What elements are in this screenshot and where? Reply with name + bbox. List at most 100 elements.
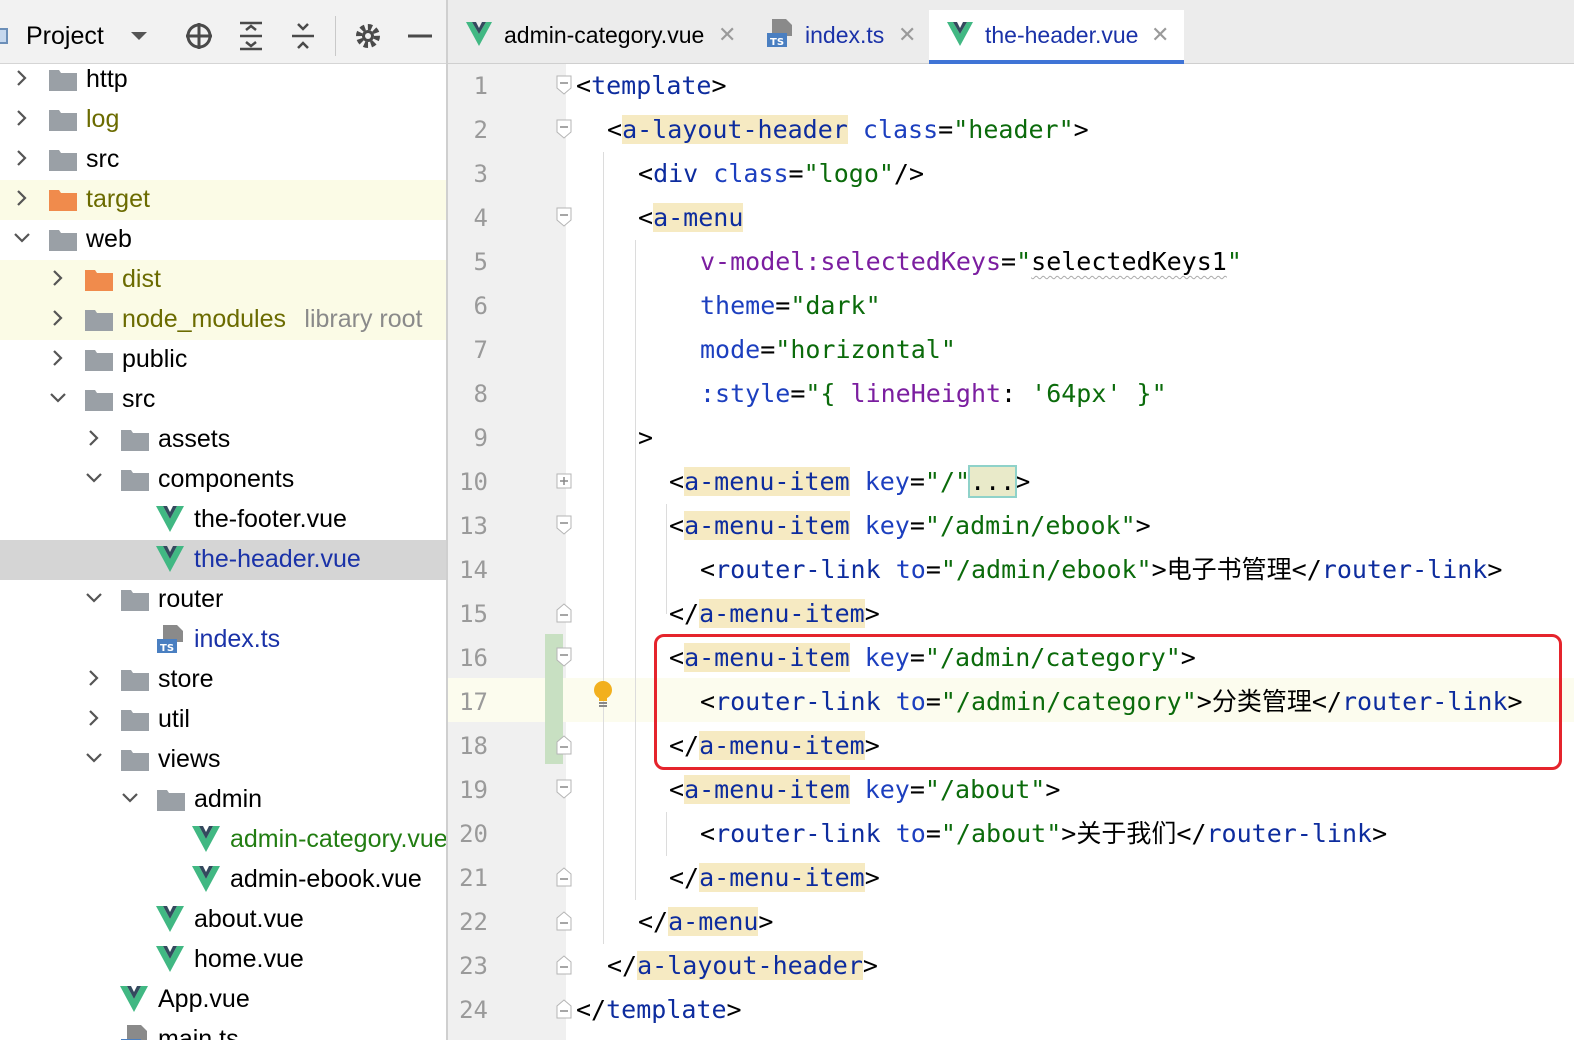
code-line[interactable]: 15 </a-menu-item> (448, 592, 1574, 636)
code-line[interactable]: 5 v-model:selectedKeys="selectedKeys1" (448, 240, 1574, 284)
chevron-down-icon[interactable] (84, 468, 104, 488)
code-line[interactable]: 2 <a-layout-header class="header"> (448, 108, 1574, 152)
tree-item[interactable]: node_modules library root (0, 300, 446, 340)
tag-name: router-link (1321, 555, 1488, 584)
chevron-right-icon[interactable] (48, 348, 68, 368)
tree-item[interactable]: log (0, 100, 446, 140)
tree-item[interactable]: admin-category.vue (0, 820, 446, 860)
fold-end-icon[interactable] (556, 911, 572, 931)
fold-closed-icon[interactable] (556, 471, 572, 491)
tree-item[interactable]: TS index.ts (0, 620, 446, 660)
fold-end-icon[interactable] (556, 999, 572, 1019)
tree-item[interactable]: the-header.vue (0, 540, 446, 580)
fold-end-icon[interactable] (556, 867, 572, 887)
code-line[interactable]: 20 <router-link to="/about">关于我们</router… (448, 812, 1574, 856)
tree-item[interactable]: home.vue (0, 940, 446, 980)
tree-item[interactable]: admin-ebook.vue (0, 860, 446, 900)
fold-open-icon[interactable] (556, 647, 572, 667)
attr-name: :style (700, 379, 791, 408)
punct: : (1001, 379, 1032, 408)
tree-item[interactable]: dist (0, 260, 446, 300)
fold-open-icon[interactable] (556, 119, 572, 139)
fold-open-icon[interactable] (556, 207, 572, 227)
tree-item[interactable]: target (0, 180, 446, 220)
attr-value: "/about" (940, 819, 1062, 848)
fold-end-icon[interactable] (556, 603, 572, 623)
dropdown-arrow-icon[interactable] (123, 18, 155, 54)
code-line[interactable]: 6 theme="dark" (448, 284, 1574, 328)
fold-open-icon[interactable] (556, 75, 572, 95)
code-line[interactable]: 13 <a-menu-item key="/admin/ebook"> (448, 504, 1574, 548)
chevron-right-icon[interactable] (48, 268, 68, 288)
tree-item[interactable]: admin (0, 780, 446, 820)
tree-item[interactable]: web (0, 220, 446, 260)
tree-item[interactable]: util (0, 700, 446, 740)
minimize-icon[interactable] (404, 18, 436, 54)
tree-item[interactable]: the-footer.vue (0, 500, 446, 540)
code-line[interactable]: 7 mode="horizontal" (448, 328, 1574, 372)
chevron-down-icon[interactable] (84, 588, 104, 608)
locate-target-icon[interactable] (183, 18, 215, 54)
code-line[interactable]: 23 </a-layout-header> (448, 944, 1574, 988)
tree-item[interactable]: about.vue (0, 900, 446, 940)
fold-end-icon[interactable] (556, 735, 572, 755)
code-line[interactable]: 10 <a-menu-item key="/"...> (448, 460, 1574, 504)
code-line[interactable]: 3 <div class="logo"/> (448, 152, 1574, 196)
attr-name: theme (700, 291, 776, 320)
tree-item[interactable]: src (0, 140, 446, 180)
code-line[interactable]: 1 <template> (448, 64, 1574, 108)
chevron-right-icon[interactable] (12, 108, 32, 128)
tree-item[interactable]: views (0, 740, 446, 780)
close-icon[interactable]: ✕ (898, 22, 916, 48)
folded-region[interactable]: ... (968, 465, 1018, 498)
close-icon[interactable]: ✕ (1151, 22, 1169, 48)
tree-item[interactable]: components (0, 460, 446, 500)
tab-label: the-header.vue (985, 22, 1139, 48)
code-text: <router-link to="/about">关于我们</router-li… (700, 819, 1388, 848)
tab-admin-category[interactable]: admin-category.vue ✕ (448, 10, 748, 64)
tree-item[interactable]: TS main.ts (0, 1020, 446, 1040)
code-line[interactable]: 8 :style="{ lineHeight: '64px' }" (448, 372, 1574, 416)
chevron-down-icon[interactable] (12, 228, 32, 248)
code-line[interactable]: 14 <router-link to="/admin/ebook">电子书管理<… (448, 548, 1574, 592)
chevron-down-icon[interactable] (48, 388, 68, 408)
chevron-down-icon[interactable] (84, 748, 104, 768)
gear-icon[interactable] (352, 18, 384, 54)
tree-item[interactable]: http (0, 60, 446, 100)
fold-end-icon[interactable] (556, 955, 572, 975)
code-line[interactable]: 19 <a-menu-item key="/about"> (448, 768, 1574, 812)
tree-item[interactable]: src (0, 380, 446, 420)
chevron-right-icon[interactable] (12, 68, 32, 88)
code-line[interactable]: 9 > (448, 416, 1574, 460)
code-line[interactable]: 24 </template> (448, 988, 1574, 1032)
chevron-right-icon[interactable] (84, 428, 104, 448)
tree-item[interactable]: assets (0, 420, 446, 460)
folder-icon (120, 588, 150, 612)
tree-item[interactable]: store (0, 660, 446, 700)
close-icon[interactable]: ✕ (718, 22, 736, 48)
tab-the-header[interactable]: the-header.vue ✕ (929, 10, 1184, 64)
code-line[interactable]: 21 </a-menu-item> (448, 856, 1574, 900)
tab-index-ts[interactable]: TS index.ts ✕ (748, 10, 928, 64)
toolbar-separator (335, 16, 336, 56)
tree-item[interactable]: App.vue (0, 980, 446, 1020)
expand-all-icon[interactable] (235, 18, 267, 54)
tree-item[interactable]: public (0, 340, 446, 380)
code-line[interactable]: 4 <a-menu (448, 196, 1574, 240)
fold-open-icon[interactable] (556, 515, 572, 535)
chevron-down-icon[interactable] (120, 788, 140, 808)
collapse-all-icon[interactable] (287, 18, 319, 54)
chevron-right-icon[interactable] (12, 188, 32, 208)
fold-open-icon[interactable] (556, 779, 572, 799)
chevron-right-icon[interactable] (12, 148, 32, 168)
folder-icon (48, 228, 78, 252)
lightbulb-icon[interactable] (592, 680, 614, 710)
chevron-right-icon[interactable] (48, 308, 68, 328)
project-icon (0, 28, 8, 44)
chevron-right-icon[interactable] (84, 708, 104, 728)
code-line[interactable]: 22 </a-menu> (448, 900, 1574, 944)
project-title[interactable]: Project (26, 22, 104, 51)
attr-value: "header" (953, 115, 1074, 144)
tree-item[interactable]: router (0, 580, 446, 620)
chevron-right-icon[interactable] (84, 668, 104, 688)
